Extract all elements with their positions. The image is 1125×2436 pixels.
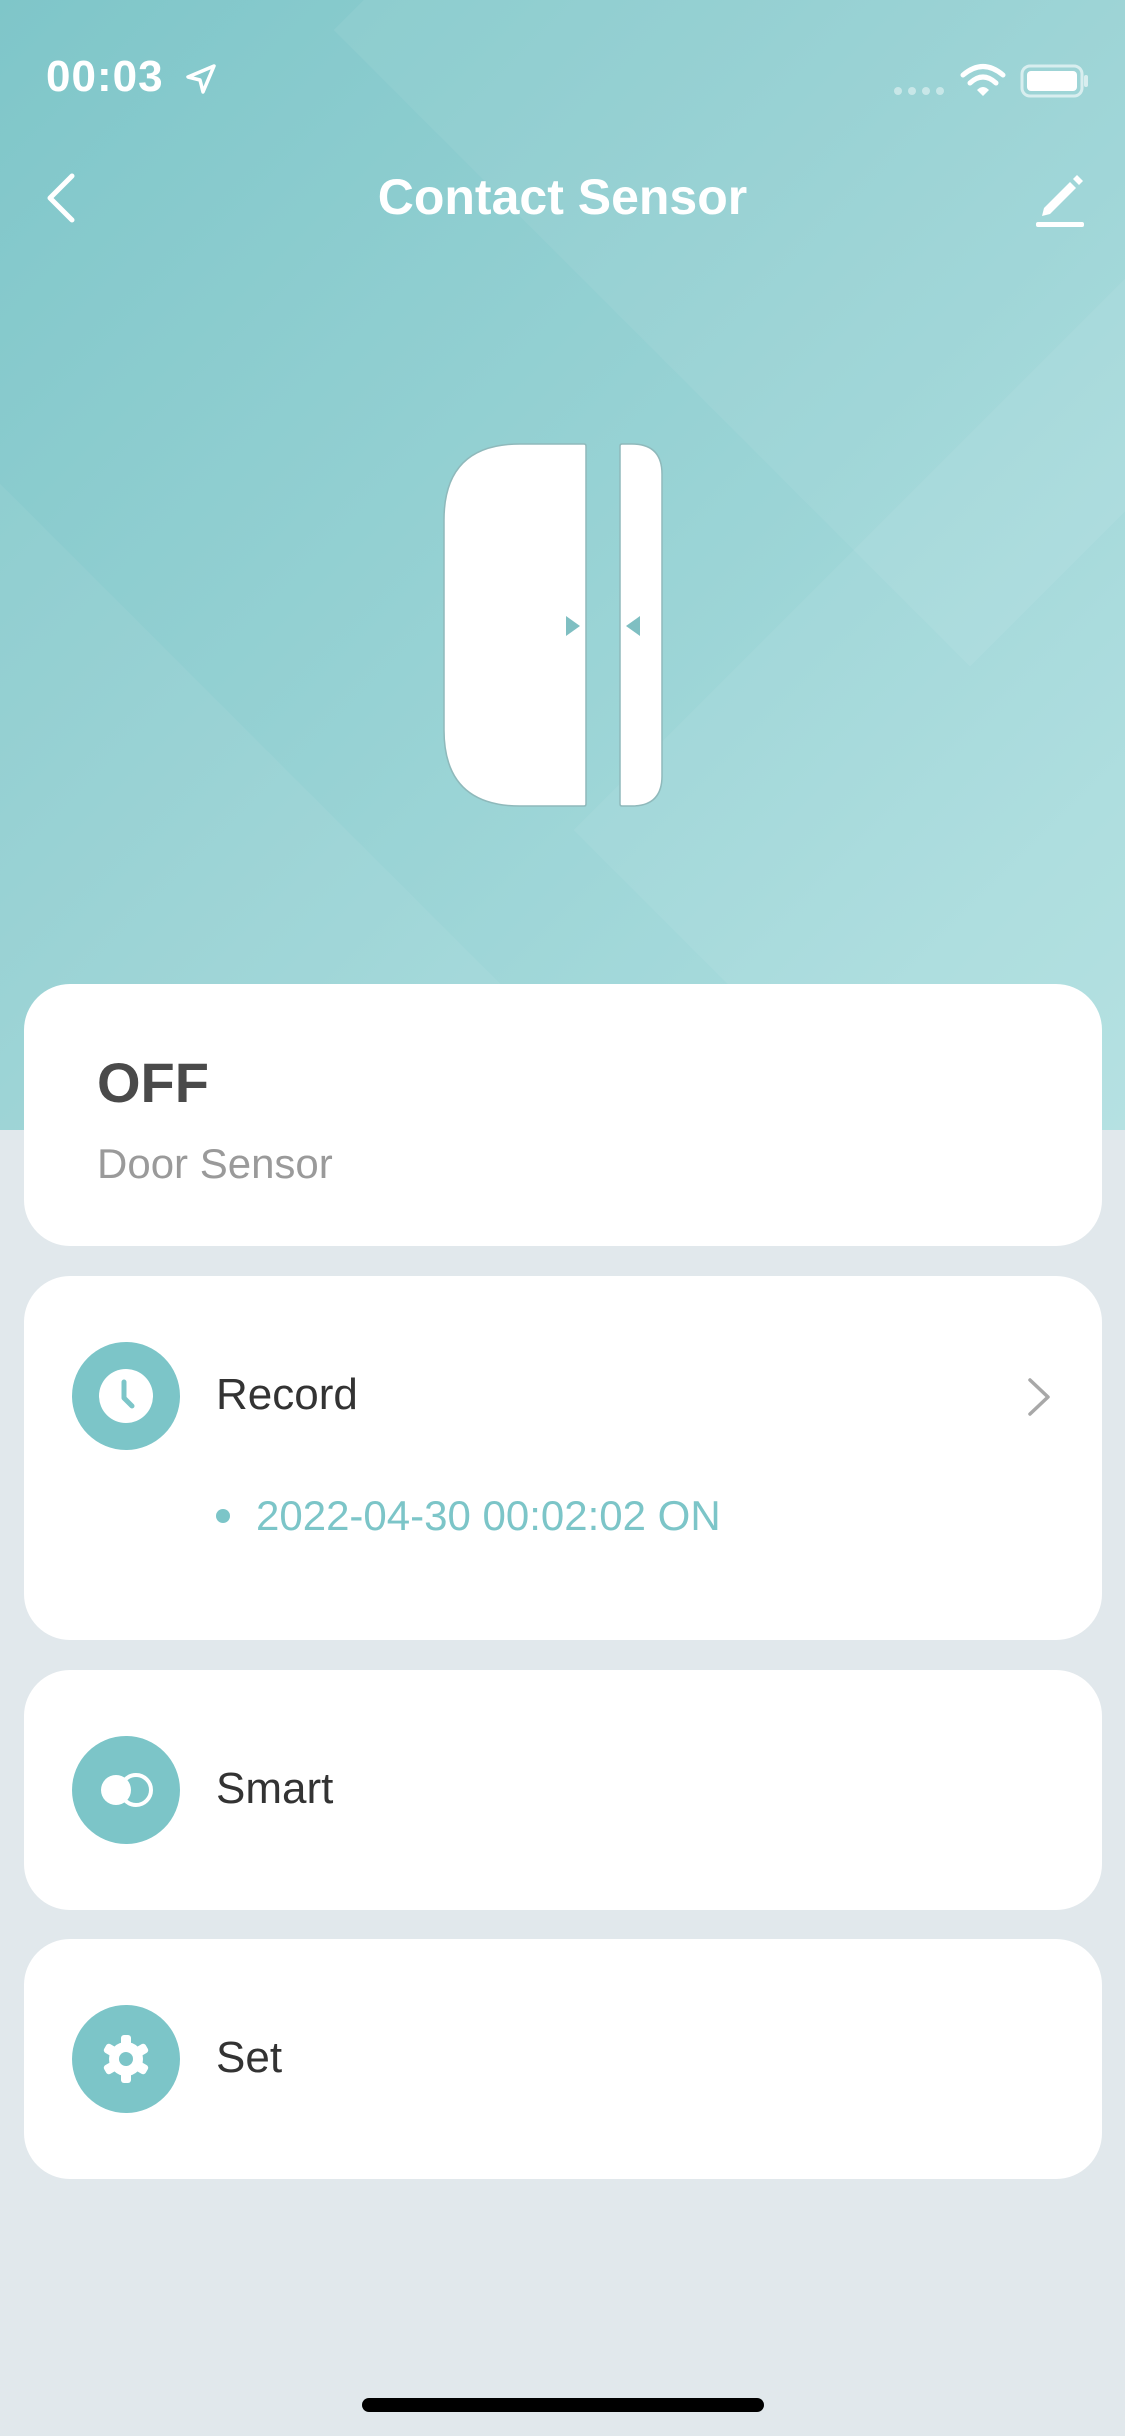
- chevron-right-icon: [1028, 1378, 1050, 1416]
- record-entry-text: 2022-04-30 00:02:02 ON: [256, 1492, 721, 1539]
- clock-icon: [72, 1342, 180, 1450]
- device-type: Door Sensor: [97, 1140, 333, 1187]
- smart-card[interactable]: Smart: [24, 1670, 1102, 1910]
- device-state: OFF: [97, 1051, 209, 1114]
- set-label: Set: [216, 2033, 283, 2082]
- battery-icon: [1020, 64, 1088, 98]
- edit-button[interactable]: [1030, 166, 1090, 230]
- record-entry: 2022-04-30 00:02:02 ON: [216, 1492, 721, 1540]
- status-bar: 00:03: [0, 0, 1125, 140]
- smart-label: Smart: [216, 1764, 334, 1813]
- record-card[interactable]: Record 2022-04-30 00:02:02 ON: [24, 1276, 1102, 1640]
- record-bullet: [216, 1509, 230, 1523]
- status-time: 00:03: [46, 52, 164, 101]
- record-label: Record: [216, 1370, 358, 1419]
- location-arrow-icon: [186, 64, 216, 94]
- gear-icon: [72, 2005, 180, 2113]
- wifi-icon: [960, 64, 1006, 96]
- signal-icon: [894, 87, 944, 95]
- toggle-circles-icon: [72, 1736, 180, 1844]
- home-indicator: [362, 2398, 764, 2412]
- page-title: Contact Sensor: [377, 169, 748, 225]
- contact-sensor-illustration: [443, 443, 663, 807]
- device-status-card: OFF Door Sensor: [24, 984, 1102, 1246]
- set-card[interactable]: Set: [24, 1939, 1102, 2179]
